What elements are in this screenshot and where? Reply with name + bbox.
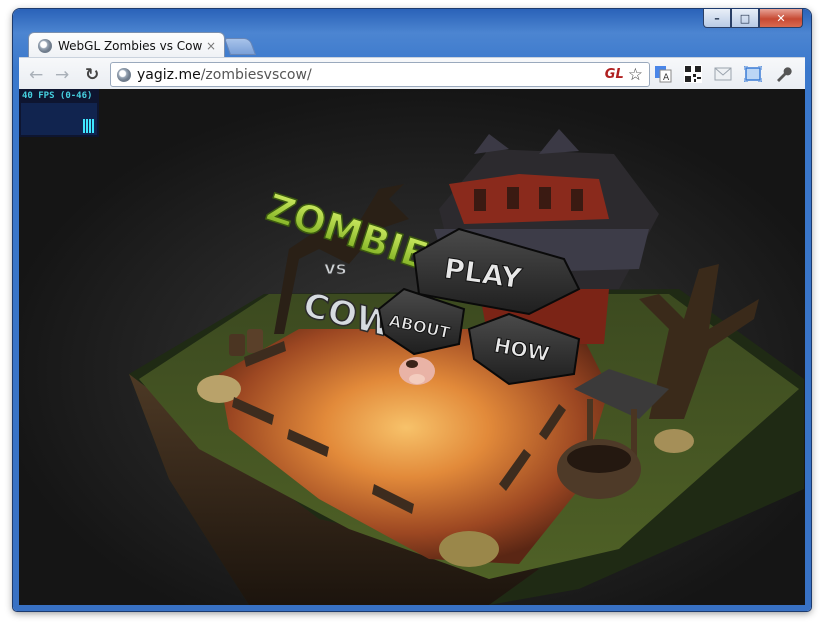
qr-code-extension-icon[interactable] — [683, 64, 703, 84]
url-host: yagiz.me — [137, 66, 201, 83]
browser-tab[interactable]: WebGL Zombies vs Cow × — [28, 32, 225, 59]
cow — [399, 357, 435, 385]
new-tab-button[interactable] — [223, 38, 257, 55]
fps-label: 40 FPS (0-46) — [22, 91, 93, 101]
address-bar[interactable]: yagiz.me/zombiesvscow/ GL ☆ — [110, 62, 650, 87]
url-path: /zombiesvscow/ — [200, 66, 312, 83]
rock — [439, 531, 499, 567]
fps-meter: 40 FPS (0-46) — [19, 89, 99, 137]
browser-toolbar: ← → ↻ yagiz.me/zombiesvscow/ GL ☆ A — [19, 57, 805, 90]
minimize-button[interactable]: – — [703, 9, 731, 28]
reload-icon[interactable]: ↻ — [85, 65, 99, 85]
maximize-button[interactable]: □ — [731, 9, 759, 28]
tab-title: WebGL Zombies vs Cow — [58, 39, 203, 53]
webgl-canvas[interactable]: ZOMBIES vs COW PLAY ABOUT HOW 40 FPS (0-… — [19, 89, 805, 605]
fps-graph — [21, 103, 97, 135]
screen-capture-icon[interactable] — [743, 64, 763, 84]
browser-window: – □ ✕ WebGL Zombies vs Cow × ← → ↻ yagiz… — [13, 9, 811, 611]
fps-bars — [83, 119, 95, 133]
rock — [654, 429, 694, 453]
page-globe-icon — [117, 67, 131, 82]
svg-text:A: A — [663, 73, 670, 83]
translate-extension-icon[interactable]: A — [653, 64, 673, 84]
back-arrow-icon[interactable]: ← — [29, 65, 43, 85]
close-window-button[interactable]: ✕ — [759, 9, 803, 28]
tab-close-icon[interactable]: × — [206, 39, 216, 53]
wrench-menu-icon[interactable] — [773, 64, 793, 84]
mail-icon[interactable] — [713, 64, 733, 84]
forward-arrow-icon[interactable]: → — [55, 65, 69, 85]
game-scene: ZOMBIES vs COW PLAY ABOUT HOW — [19, 89, 805, 605]
gl-badge-icon[interactable]: GL — [605, 67, 624, 82]
globe-icon — [38, 39, 52, 53]
url-text[interactable]: yagiz.me/zombiesvscow/ — [137, 67, 605, 83]
logo-vs: vs — [324, 258, 346, 279]
bookmark-star-icon[interactable]: ☆ — [628, 65, 643, 85]
window-controls: – □ ✕ — [703, 9, 803, 28]
